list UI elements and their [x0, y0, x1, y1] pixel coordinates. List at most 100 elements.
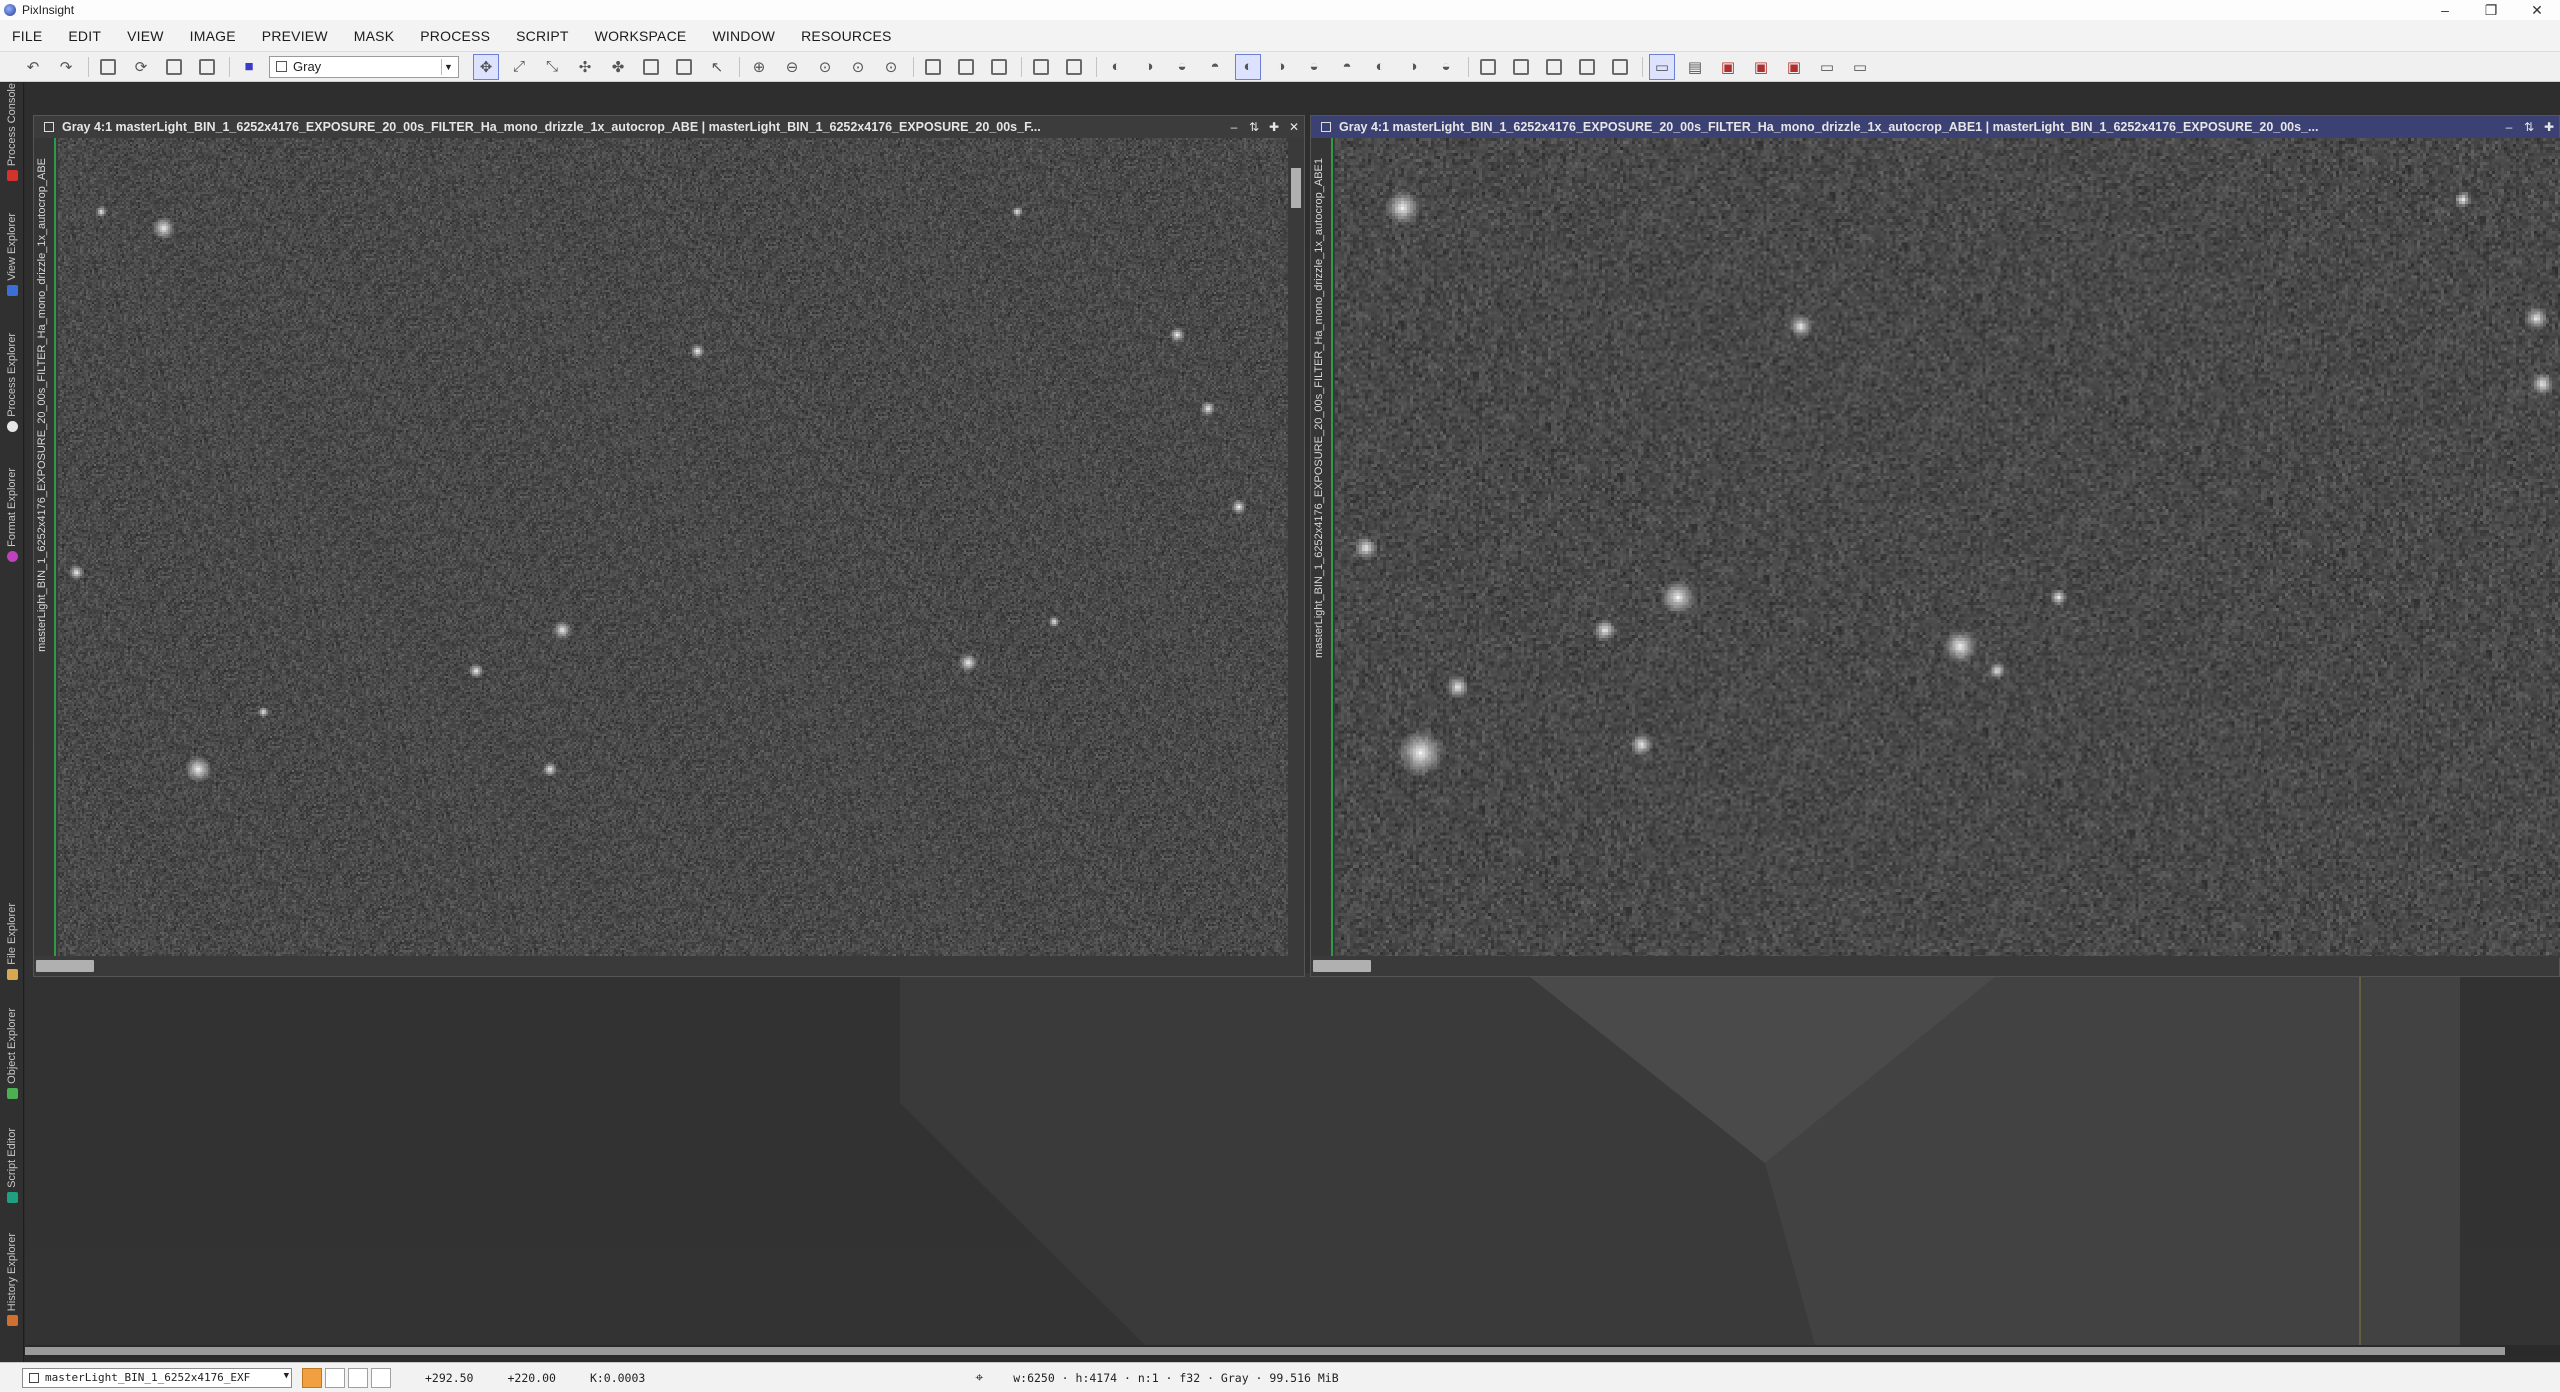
- menu-image[interactable]: IMAGE: [190, 28, 236, 44]
- menu-resources[interactable]: RESOURCES: [801, 28, 891, 44]
- layout-bottom-icon[interactable]: [1574, 54, 1600, 80]
- minimize-icon[interactable]: –: [1224, 120, 1244, 134]
- mask-enable-icon[interactable]: ◑: [1268, 54, 1294, 80]
- mask-new-icon[interactable]: ◐: [1103, 54, 1129, 80]
- layout-left-icon[interactable]: [1475, 54, 1501, 80]
- image-window-titlebar[interactable]: Gray 4:1 masterLight_BIN_1_6252x4176_EXP…: [1311, 116, 2559, 138]
- view-selector[interactable]: masterLight_BIN_1_6252x4176_EXF ▼: [22, 1367, 292, 1388]
- image-window-abe1[interactable]: Gray 4:1 masterLight_BIN_1_6252x4176_EXP…: [1310, 115, 2560, 977]
- stf-reset-icon[interactable]: ▣: [1748, 54, 1774, 80]
- layout-tile-icon[interactable]: [1607, 54, 1633, 80]
- dock-tab-view-explorer[interactable]: View Explorer: [0, 213, 24, 296]
- mask-remove-icon[interactable]: ◒: [1169, 54, 1195, 80]
- menu-view[interactable]: VIEW: [127, 28, 164, 44]
- zoom-quarter-icon[interactable]: ⊙: [878, 54, 904, 80]
- minimize-icon[interactable]: –: [2499, 120, 2519, 134]
- mask-disable-icon[interactable]: ◒: [1301, 54, 1327, 80]
- stf-auto-icon[interactable]: ▣: [1715, 54, 1741, 80]
- stf-display-icon[interactable]: ▭: [1814, 54, 1840, 80]
- dock-tab-process-console[interactable]: Process Console: [0, 83, 24, 182]
- image-viewport[interactable]: [58, 138, 1288, 958]
- dock-tab-format-explorer[interactable]: Format Explorer: [0, 468, 24, 562]
- mask-invert-icon[interactable]: ◓: [1202, 54, 1228, 80]
- scrollbar-thumb[interactable]: [1291, 168, 1301, 208]
- window-icon[interactable]: [638, 54, 664, 80]
- save-as-icon[interactable]: [194, 54, 220, 80]
- view-id-tab[interactable]: masterLight_BIN_1_6252x4176_EXPOSURE_20_…: [34, 138, 56, 956]
- menu-workspace[interactable]: WORKSPACE: [595, 28, 687, 44]
- maximize-button[interactable]: ❐: [2468, 0, 2514, 20]
- preview-edit-icon[interactable]: [1061, 54, 1087, 80]
- preview-new-icon[interactable]: [1028, 54, 1054, 80]
- dock-tab-file-explorer[interactable]: File Explorer: [0, 903, 24, 980]
- view-id-tab[interactable]: masterLight_BIN_1_6252x4176_EXPOSURE_20_…: [1311, 138, 1333, 956]
- pointer-icon[interactable]: ↖: [704, 54, 730, 80]
- fit-view-icon[interactable]: [920, 54, 946, 80]
- screen-transfer-icon[interactable]: ▭: [1649, 53, 1675, 80]
- save-icon[interactable]: [161, 54, 187, 80]
- process-icon-b[interactable]: ◑: [1400, 54, 1426, 80]
- mask-show-icon[interactable]: ◐: [1235, 53, 1261, 80]
- open-icon[interactable]: [95, 54, 121, 80]
- pan-icon[interactable]: ✣: [572, 54, 598, 80]
- readout-option-button[interactable]: [325, 1367, 345, 1388]
- mask-select-icon[interactable]: ◑: [1136, 54, 1162, 80]
- process-icon-a[interactable]: ◐: [1367, 54, 1393, 80]
- zoom-half-icon[interactable]: ⊙: [845, 54, 871, 80]
- scrollbar-thumb[interactable]: [36, 960, 94, 972]
- dock-tab-process-explorer[interactable]: Process Explorer: [0, 333, 24, 432]
- maximize-icon[interactable]: ✚: [1264, 120, 1284, 134]
- zoom-fill-icon[interactable]: ⤡: [539, 54, 565, 80]
- shade-icon[interactable]: ⇅: [1244, 120, 1264, 134]
- workspace[interactable]: Gray 4:1 masterLight_BIN_1_6252x4176_EXP…: [25, 83, 2560, 1345]
- image-window-abe[interactable]: Gray 4:1 masterLight_BIN_1_6252x4176_EXP…: [33, 115, 1305, 977]
- workspace-scrollbar[interactable]: [25, 1345, 2560, 1357]
- dock-tab-script-editor[interactable]: Script Editor: [0, 1128, 24, 1203]
- minimize-button[interactable]: –: [2422, 0, 2468, 20]
- close-icon[interactable]: ✕: [1284, 120, 1304, 134]
- window-menu-icon[interactable]: [1321, 122, 1331, 132]
- redo-icon[interactable]: ↷: [53, 54, 79, 80]
- mask-overlay-icon[interactable]: ◓: [1334, 54, 1360, 80]
- readout-mode-icon[interactable]: ✥: [473, 53, 499, 80]
- close-button[interactable]: ✕: [2514, 0, 2560, 20]
- readout-option-button[interactable]: [371, 1367, 391, 1388]
- scrollbar-thumb[interactable]: [25, 1347, 2505, 1355]
- image-window-titlebar[interactable]: Gray 4:1 masterLight_BIN_1_6252x4176_EXP…: [34, 116, 1304, 138]
- dock-tab-object-explorer[interactable]: Object Explorer: [0, 1008, 24, 1099]
- menu-process[interactable]: PROCESS: [420, 28, 490, 44]
- shade-icon[interactable]: ⇅: [2519, 120, 2539, 134]
- stf-link-icon[interactable]: ▣: [1781, 54, 1807, 80]
- readout-option-button[interactable]: [348, 1367, 368, 1388]
- scrollbar-thumb[interactable]: [1313, 960, 1371, 972]
- color-mode-icon[interactable]: ■: [236, 54, 262, 80]
- dock-tab-history-explorer[interactable]: History Explorer: [0, 1233, 24, 1327]
- menu-window[interactable]: WINDOW: [712, 28, 775, 44]
- layout-right-icon[interactable]: [1508, 54, 1534, 80]
- horizontal-scrollbar[interactable]: [34, 956, 1304, 976]
- maximize-icon[interactable]: ✚: [2539, 120, 2559, 134]
- window-menu-icon[interactable]: [44, 122, 54, 132]
- menu-mask[interactable]: MASK: [354, 28, 394, 44]
- window-alt-icon[interactable]: [671, 54, 697, 80]
- layout-top-icon[interactable]: [1541, 54, 1567, 80]
- star-field-image[interactable]: [58, 138, 1288, 958]
- channel-select[interactable]: Gray ▼: [269, 55, 459, 78]
- fit-window-icon[interactable]: [953, 54, 979, 80]
- menu-edit[interactable]: EDIT: [68, 28, 101, 44]
- star-field-image[interactable]: [1335, 138, 2560, 958]
- fit-screen-icon[interactable]: [986, 54, 1012, 80]
- zoom-one-icon[interactable]: ⊙: [812, 54, 838, 80]
- zoom-fit-icon[interactable]: ⤢: [506, 54, 532, 80]
- menu-file[interactable]: FILE: [12, 28, 42, 44]
- horizontal-scrollbar[interactable]: [1311, 956, 2559, 976]
- undo-icon[interactable]: ↶: [20, 54, 46, 80]
- stf-icon[interactable]: ▤: [1682, 54, 1708, 80]
- vertical-scrollbar[interactable]: [1288, 138, 1304, 956]
- stf-settings-icon[interactable]: ▭: [1847, 54, 1873, 80]
- center-icon[interactable]: ✤: [605, 54, 631, 80]
- readout-mode-button[interactable]: [302, 1367, 322, 1388]
- crosshair-icon[interactable]: ⌖: [975, 1370, 983, 1386]
- reload-icon[interactable]: ⟳: [128, 54, 154, 80]
- menu-script[interactable]: SCRIPT: [516, 28, 569, 44]
